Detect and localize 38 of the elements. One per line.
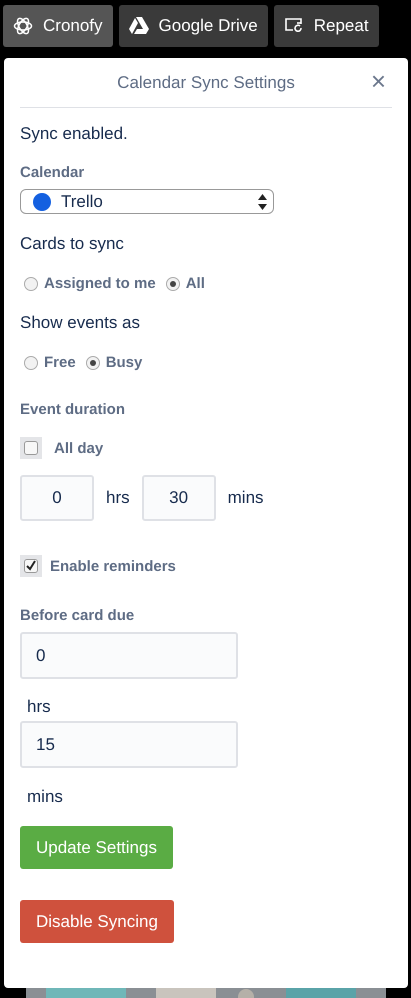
- checkbox[interactable]: [20, 555, 42, 577]
- section-label: Show events as: [20, 313, 142, 333]
- calendar-select[interactable]: Trello: [20, 189, 274, 214]
- disable-button[interactable]: Disable Syncing: [20, 900, 174, 943]
- hours-field[interactable]: 0: [20, 475, 94, 521]
- atom-icon: [13, 16, 33, 36]
- field-label: Calendar: [20, 164, 86, 181]
- radio-button[interactable]: [24, 276, 38, 290]
- radio-label: Assigned to me: [44, 275, 156, 292]
- radio-button[interactable]: [24, 356, 38, 370]
- section-label: Event duration: [20, 401, 126, 418]
- unit-label: mins: [228, 488, 264, 508]
- hours-field[interactable]: 0: [20, 632, 238, 679]
- section-label: Cards to sync: [20, 234, 125, 254]
- toolbar-button[interactable]: Repeat: [274, 5, 379, 47]
- updown-caret-icon: [258, 194, 267, 210]
- close-button[interactable]: ×: [370, 68, 386, 94]
- checkbox-label: All day: [54, 440, 104, 456]
- unit-label: hrs: [106, 488, 130, 508]
- radio-label: Free: [44, 354, 76, 371]
- checkbox-label: Enable reminders: [50, 558, 176, 574]
- status-text: Sync enabled.: [20, 124, 129, 144]
- popup-title: Calendar Sync Settings: [117, 72, 295, 92]
- radio-label: All: [186, 275, 205, 292]
- unit-label: hrs: [27, 697, 52, 717]
- toolbar-button[interactable]: Cronofy: [3, 5, 113, 47]
- radio-label: Busy: [106, 354, 142, 371]
- radio-button[interactable]: [166, 276, 180, 290]
- minutes-field[interactable]: 30: [142, 475, 216, 521]
- minutes-field[interactable]: 15: [20, 721, 238, 768]
- section-label: Before card due: [20, 607, 136, 624]
- checkmark-icon: [25, 559, 37, 572]
- radio-button[interactable]: [86, 356, 100, 370]
- toolbar-button[interactable]: Google Drive: [118, 5, 268, 47]
- triangle-icon: [128, 17, 149, 35]
- checkbox[interactable]: [20, 437, 42, 459]
- unit-label: mins: [27, 787, 64, 807]
- screen-repeat-icon: [284, 17, 304, 35]
